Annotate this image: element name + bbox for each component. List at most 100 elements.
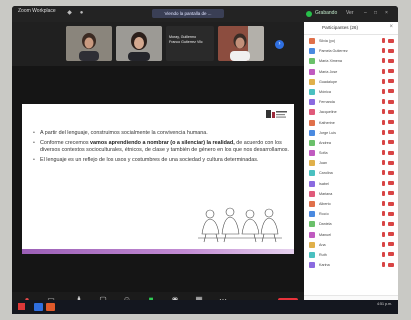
participant-row[interactable]: Pamela Gutierrez [304, 46, 398, 56]
institution-logo-icon [266, 110, 287, 118]
participant-row[interactable]: Jacqueline [304, 107, 398, 117]
recording-label: Grabando [315, 10, 338, 16]
video-off-icon [388, 89, 394, 94]
muted-mic-icon [382, 58, 385, 64]
muted-mic-icon [382, 160, 385, 166]
muted-mic-icon [382, 78, 385, 84]
participant-row[interactable]: Guadalupe [304, 77, 398, 87]
close-icon[interactable]: × [385, 10, 388, 16]
video-strip: Moray, Guillermo Franco Gutierrez Vilc › [12, 22, 304, 66]
video-tile[interactable] [218, 26, 264, 61]
participant-row[interactable]: Daniela [304, 219, 398, 229]
participant-name: Alberto [319, 202, 331, 206]
video-off-icon [388, 221, 394, 226]
avatar [309, 48, 315, 55]
participant-name: Jacqueline [319, 110, 337, 115]
muted-mic-icon [382, 48, 385, 54]
title-bar: Zoom Workplace ◆ ● Viendo la pantalla de… [12, 6, 398, 22]
muted-mic-icon [382, 231, 385, 237]
video-tile[interactable] [66, 26, 112, 61]
participant-row[interactable]: Karina [304, 260, 398, 270]
presentation-app-icon[interactable] [46, 303, 55, 311]
info-icon[interactable]: ● [78, 10, 85, 17]
close-panel-icon[interactable]: × [389, 24, 393, 30]
participant-row[interactable]: María Jose [304, 67, 398, 77]
avatar [309, 170, 315, 177]
participant-video [66, 26, 112, 61]
participant-name: Rocío [319, 212, 329, 217]
participant-name: Moray, Guillermo Franco Gutierrez Vilc [169, 35, 203, 44]
participant-name: Sofía [319, 151, 328, 156]
participant-name: Mariana [319, 191, 333, 196]
participants-title: Participantes (26) [322, 25, 359, 30]
muted-mic-icon [382, 190, 385, 196]
avatar [309, 221, 315, 228]
avatar [309, 231, 315, 238]
next-videos-icon[interactable]: › [275, 40, 284, 49]
muted-mic-icon [382, 38, 385, 43]
participant-row[interactable]: Mariana [304, 189, 398, 199]
muted-mic-icon [382, 139, 385, 145]
video-off-icon [388, 69, 394, 74]
participant-name: Guadalupe [319, 79, 338, 84]
people-sketch-illustration [198, 207, 282, 243]
participant-video [218, 26, 264, 61]
view-button[interactable]: Ver [346, 10, 354, 16]
participant-row[interactable]: Isabel [304, 179, 398, 189]
slide-bullets: A partir del lenguaje, construimos socia… [32, 130, 290, 167]
participant-row[interactable]: Manuel [304, 230, 398, 240]
presentation-slide: A partir del lenguaje, construimos socia… [22, 104, 294, 254]
video-off-icon [388, 109, 394, 114]
video-off-icon [388, 160, 394, 165]
participant-name: Isabel [319, 181, 329, 186]
avatar [309, 88, 315, 95]
participant-row[interactable]: Silvia (yo) [304, 36, 398, 46]
participant-video [116, 26, 162, 61]
participants-panel: Participantes (26) × Silvia (yo) Pamela G… [304, 22, 398, 314]
participant-row[interactable]: Jorge Luis [304, 128, 398, 138]
start-icon[interactable] [18, 303, 25, 310]
participant-name: Karina [319, 263, 330, 268]
participant-row[interactable]: Alberto [304, 199, 398, 209]
viewing-share-pill[interactable]: Viendo la pantalla de ... [152, 9, 224, 18]
zoom-window: Zoom Workplace ◆ ● Viendo la pantalla de… [12, 6, 398, 314]
participant-row[interactable]: Andrea [304, 138, 398, 148]
participant-row[interactable]: Mónica [304, 87, 398, 97]
participant-row[interactable]: Juan [304, 158, 398, 168]
muted-mic-icon [382, 241, 385, 247]
video-off-icon [388, 232, 394, 237]
video-tile[interactable] [116, 26, 162, 61]
participant-row[interactable]: María Ximena [304, 56, 398, 66]
muted-mic-icon [382, 88, 385, 94]
participant-row[interactable]: Katherine [304, 118, 398, 128]
participant-name: Ruth [319, 252, 327, 257]
participant-row[interactable]: Ruth [304, 250, 398, 260]
muted-mic-icon [382, 119, 385, 125]
avatar [309, 241, 315, 248]
participant-name: Silvia (yo) [319, 39, 336, 43]
participant-row[interactable]: Rocío [304, 209, 398, 219]
muted-mic-icon [382, 211, 385, 217]
zoom-app-icon[interactable] [34, 303, 43, 311]
participant-row[interactable]: Fernanda [304, 97, 398, 107]
participant-name: Pamela Gutierrez [319, 49, 348, 54]
participant-row[interactable]: Sofía [304, 148, 398, 158]
video-off-icon [388, 181, 394, 186]
app-title: Zoom Workplace [18, 8, 56, 14]
participant-name: Katherine [319, 120, 335, 125]
participant-row[interactable]: Carolina [304, 168, 398, 178]
video-tile-name-only[interactable]: Moray, Guillermo Franco Gutierrez Vilc [166, 26, 214, 61]
minimize-icon[interactable]: – [364, 10, 367, 16]
participant-row[interactable]: Ana [304, 240, 398, 250]
video-off-icon [388, 252, 394, 257]
participant-name: Manuel [319, 232, 332, 237]
shield-icon[interactable]: ◆ [66, 10, 73, 17]
avatar [309, 109, 315, 116]
slide-bullet: A partir del lenguaje, construimos socia… [33, 130, 290, 137]
maximize-icon[interactable]: □ [374, 10, 377, 16]
video-off-icon [388, 262, 394, 267]
muted-mic-icon [382, 99, 385, 105]
participant-name: Juan [319, 161, 327, 166]
muted-mic-icon [382, 251, 385, 257]
participant-name: Mónica [319, 89, 331, 94]
